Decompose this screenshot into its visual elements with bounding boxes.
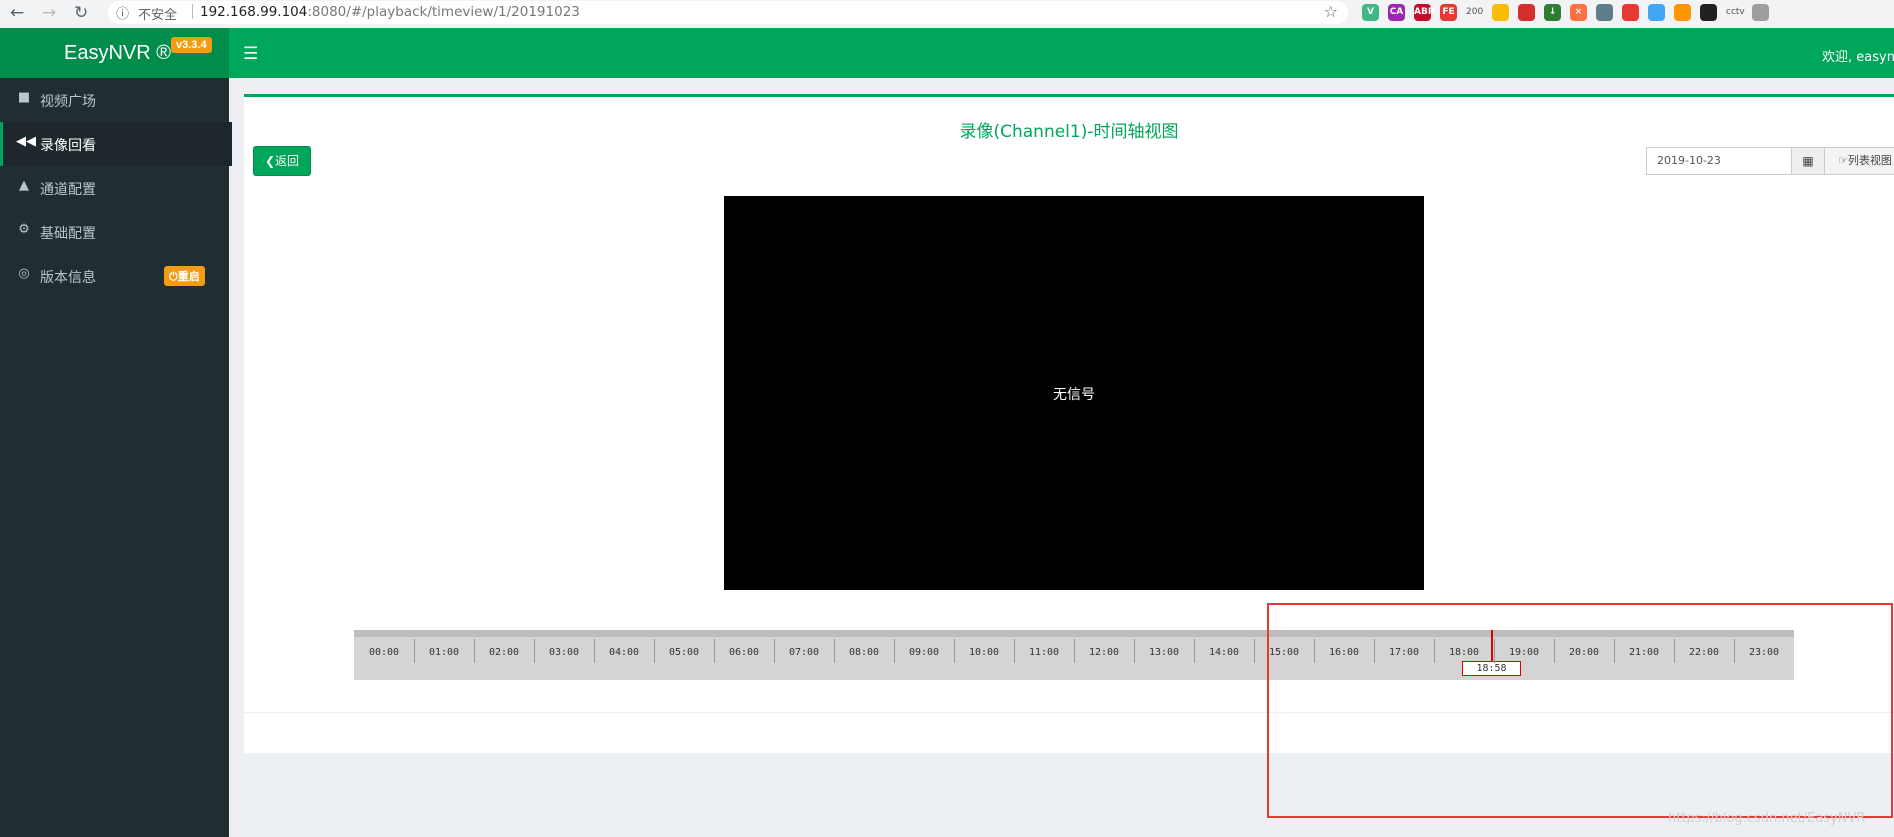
sidebar-item-version-info[interactable]: ◎ 版本信息 ⏻重启	[0, 254, 229, 298]
sidebar-item-playback[interactable]: ◀◀ 录像回看	[0, 122, 232, 166]
hour-tick-label: 10:00	[968, 647, 1000, 658]
clipboard-icon[interactable]	[1700, 4, 1717, 21]
sidebar-item-label: 视频广场	[40, 94, 96, 110]
url-host: 192.168.99.104	[200, 4, 308, 20]
video-camera-icon: ■	[17, 90, 31, 105]
page-title: 录像(Channel1)-时间轴视图	[959, 122, 1179, 142]
gears-icon: ⚙	[18, 222, 30, 237]
sidebar-item-video-square[interactable]: ■ 视频广场	[0, 78, 229, 122]
color-picker-icon[interactable]: CA	[1388, 4, 1405, 21]
hour-tick-label: 14:00	[1208, 647, 1240, 658]
sidebar-item-label: 基础配置	[40, 226, 96, 242]
stop-icon[interactable]	[1518, 4, 1535, 21]
no-signal-text: 无信号	[1053, 387, 1095, 403]
hour-tick-label: 03:00	[548, 647, 580, 658]
forward-arrow-icon[interactable]: →	[42, 3, 56, 23]
road-icon: ▲	[19, 178, 29, 193]
back-arrow-icon[interactable]: ←	[10, 3, 24, 23]
version-badge: v3.3.4	[171, 37, 212, 53]
menu-toggle-icon[interactable]: ☰	[243, 44, 258, 64]
date-input[interactable]: 2019-10-23	[1646, 147, 1792, 175]
hour-tick-label: 12:00	[1088, 647, 1120, 658]
cctv-icon[interactable]: cctv	[1726, 4, 1745, 21]
sidebar-item-basic-config[interactable]: ⚙ 基础配置	[0, 210, 229, 254]
playback-panel: 录像(Channel1)-时间轴视图 ❮返回 2019-10-23 ▦ ☞列表视…	[244, 94, 1894, 818]
url-text: 192.168.99.104:8080/#/playback/timeview/…	[200, 4, 580, 20]
hour-tick-label: 09:00	[908, 647, 940, 658]
hour-tick-label: 04:00	[608, 647, 640, 658]
logo-area[interactable]: EasyNVR ® v3.3.4	[0, 28, 229, 78]
sidebar-item-label: 版本信息	[40, 270, 96, 286]
info-icon[interactable]: ⓘ	[116, 3, 129, 22]
sidebar: ■ 视频广场 ◀◀ 录像回看 ▲ 通道配置 ⚙ 基础配置 ◎ 版本信息 ⏻重启	[0, 78, 232, 837]
hour-tick-label: 00:00	[368, 647, 400, 658]
hour-tick-label: 05:00	[668, 647, 700, 658]
app-header: EasyNVR ® v3.3.4 ☰ 欢迎, easyn	[0, 28, 1894, 78]
hour-tick-label: 08:00	[848, 647, 880, 658]
bookmark-star-icon[interactable]: ☆	[1324, 2, 1338, 21]
browser-toolbar: ← → ↻ ⓘ 不安全 192.168.99.104:8080/#/playba…	[0, 0, 1894, 29]
reload-icon[interactable]: ↻	[74, 3, 88, 23]
globe-icon: ◎	[18, 266, 30, 281]
backward-icon: ◀◀	[16, 134, 36, 149]
fe-helper-icon[interactable]: FE	[1440, 4, 1457, 21]
date-picker-group: 2019-10-23 ▦ ☞列表视图	[1646, 147, 1894, 175]
sidebar-item-channel-config[interactable]: ▲ 通道配置	[0, 166, 229, 210]
video-player[interactable]: 无信号	[724, 196, 1424, 590]
close-circle-icon[interactable]: ×	[1570, 4, 1587, 21]
calendar-icon[interactable]: ▦	[1791, 147, 1825, 175]
list-view-button[interactable]: ☞列表视图	[1824, 147, 1894, 175]
hour-tick-label: 01:00	[428, 647, 460, 658]
address-bar[interactable]: ⓘ 不安全 192.168.99.104:8080/#/playback/tim…	[108, 1, 1348, 24]
sidebar-item-label: 通道配置	[40, 182, 96, 198]
hour-tick-label: 13:00	[1148, 647, 1180, 658]
annotation-highlight-box	[1267, 603, 1893, 818]
profile-avatar-icon[interactable]	[1752, 4, 1769, 21]
hour-tick-label: 11:00	[1028, 647, 1060, 658]
address-separator	[192, 4, 193, 19]
sidebar-item-label: 录像回看	[40, 138, 96, 154]
download-icon[interactable]: ↓	[1544, 4, 1561, 21]
adblock-plus-icon[interactable]: ABP	[1414, 4, 1434, 21]
welcome-text[interactable]: 欢迎, easyn	[1822, 46, 1894, 65]
security-label: 不安全	[138, 8, 178, 23]
watermark: https://blog.csdn.net/EasyNVR	[1668, 811, 1866, 826]
google-drive-icon[interactable]	[1492, 4, 1509, 21]
hour-tick-label: 02:00	[488, 647, 520, 658]
back-button[interactable]: ❮返回	[253, 146, 311, 176]
orange-icon[interactable]	[1674, 4, 1691, 21]
counter-badge-icon[interactable]: 200	[1466, 4, 1483, 21]
brand-name: EasyNVR ®	[64, 42, 171, 64]
vue-devtools-icon[interactable]: V	[1362, 4, 1379, 21]
url-path: :8080/#/playback/timeview/1/20191023	[307, 4, 580, 20]
blue-icon[interactable]	[1648, 4, 1665, 21]
restart-button[interactable]: ⏻重启	[164, 266, 205, 286]
red-icon[interactable]	[1622, 4, 1639, 21]
hour-tick-label: 06:00	[728, 647, 760, 658]
hour-tick-label: 07:00	[788, 647, 820, 658]
face-icon[interactable]	[1596, 4, 1613, 21]
